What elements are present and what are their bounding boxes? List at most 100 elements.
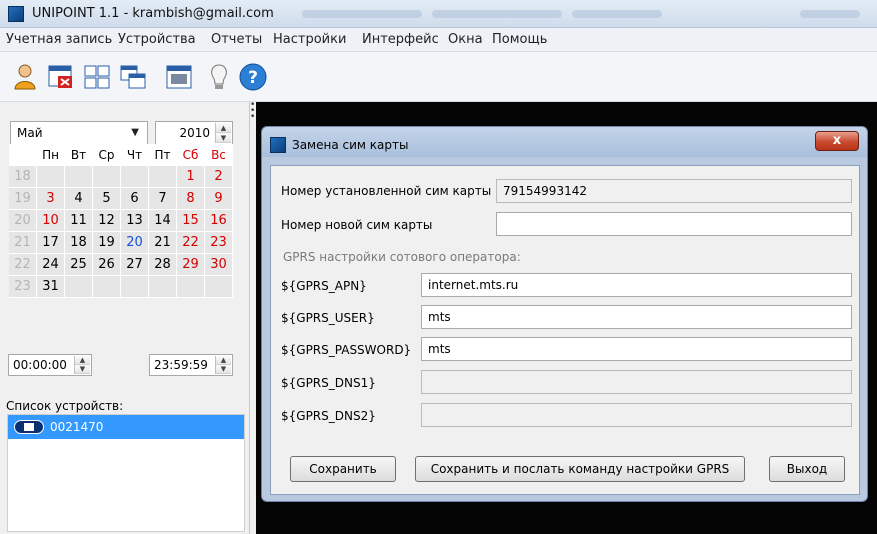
calendar-day[interactable]: 17 [37,232,65,254]
time-from-value: 00:00:00 [13,358,67,372]
month-select[interactable]: Май ▼ [10,121,148,145]
calendar-week-row: 22 24 25 26 27 28 29 30 [9,254,235,276]
gprs-apn-field[interactable]: internet.mts.ru [421,273,852,297]
gprs-user-field[interactable]: mts [421,305,852,329]
calendar-day[interactable]: 1 [177,166,205,188]
spin-down-icon[interactable]: ▼ [75,365,90,374]
calendar-day[interactable]: 31 [37,276,65,298]
calendar-day[interactable]: 2 [205,166,233,188]
device-id: 0021470 [50,420,104,434]
menu-windows[interactable]: Окна [448,32,483,47]
gprs-password-field[interactable]: mts [421,337,852,361]
calendar-day[interactable]: 8 [177,188,205,210]
spin-down-icon[interactable]: ▼ [216,133,231,143]
calendar-day[interactable]: 13 [121,210,149,232]
calendar-day[interactable]: 15 [177,210,205,232]
device-list[interactable]: 0021470 [7,414,245,532]
weekday-header: Сб [177,144,205,166]
exit-button[interactable]: Выход [769,456,845,482]
calendar-empty-cell [93,276,121,298]
calendar-day[interactable]: 30 [205,254,233,276]
current-sim-field[interactable]: 79154993142 [496,179,852,203]
lightbulb-icon[interactable] [204,62,234,92]
calendar-day[interactable]: 20 [121,232,149,254]
year-spin-buttons[interactable]: ▲ ▼ [215,123,231,143]
calendar-day[interactable]: 28 [149,254,177,276]
calendar-empty-cell [37,166,65,188]
calendar-body: 18 1 2 19 3 4 5 6 7 8 9 20 10 11 12 13 14 15 16 21 17 18 19 20 2… [9,166,235,298]
gprs-section-label: GPRS настройки сотового оператора: [283,250,521,264]
menu-devices[interactable]: Устройства [118,32,196,47]
cascade-windows-icon[interactable] [118,62,148,92]
spin-down-icon[interactable]: ▼ [216,365,231,374]
calendar-day[interactable]: 14 [149,210,177,232]
new-sim-field[interactable] [496,212,852,236]
grid-layout-icon[interactable] [82,62,112,92]
calendar-window-icon[interactable] [164,62,194,92]
list-item[interactable]: 0021470 [8,415,244,439]
dialog-title-bar[interactable]: Замена сим карты x [262,127,867,157]
gprs-password-label: ${GPRS_PASSWORD} [281,343,412,357]
calendar-day[interactable]: 21 [149,232,177,254]
user-icon[interactable] [10,62,40,92]
calendar-day[interactable]: 29 [177,254,205,276]
week-number: 19 [9,188,37,210]
menu-account[interactable]: Учетная запись [6,32,112,47]
calendar-day[interactable]: 22 [177,232,205,254]
spin-up-icon[interactable]: ▲ [216,356,231,365]
calendar-day[interactable]: 26 [93,254,121,276]
time-to-spinbox[interactable]: 23:59:59 ▲ ▼ [149,354,233,376]
weekday-header: Пн [37,144,65,166]
time-to-value: 23:59:59 [154,358,208,372]
calendar-day[interactable]: 4 [65,188,93,210]
menu-settings[interactable]: Настройки [273,32,346,47]
menu-interface[interactable]: Интерфейс [362,32,439,47]
calendar-day[interactable]: 27 [121,254,149,276]
time-from-spinbox[interactable]: 00:00:00 ▲ ▼ [8,354,92,376]
close-icon[interactable]: x [815,131,859,151]
calendar-day[interactable]: 19 [93,232,121,254]
calendar-day[interactable]: 6 [121,188,149,210]
calendar-day[interactable]: 5 [93,188,121,210]
calendar-week-row: 18 1 2 [9,166,235,188]
blurred-title-area [302,10,422,18]
calendar-day[interactable]: 11 [65,210,93,232]
menu-reports[interactable]: Отчеты [211,32,262,47]
calendar-day[interactable]: 23 [205,232,233,254]
chevron-down-icon[interactable]: ▼ [131,127,139,138]
year-spinbox[interactable]: 2010 ▲ ▼ [155,121,233,145]
week-number: 18 [9,166,37,188]
title-bar: UNIPOINT 1.1 - krambish@gmail.com [0,0,877,28]
app-icon [270,137,286,153]
calendar-empty-cell [65,276,93,298]
save-button[interactable]: Сохранить [290,456,396,482]
calendar-day[interactable]: 25 [65,254,93,276]
save-and-send-gprs-button[interactable]: Сохранить и послать команду настройки GP… [415,456,745,482]
calendar-day[interactable]: 12 [93,210,121,232]
help-icon[interactable]: ? [238,62,268,92]
gprs-dns2-field [421,403,852,427]
time-to-spin-buttons[interactable]: ▲ ▼ [215,356,231,374]
delete-window-icon[interactable] [46,62,76,92]
menu-help[interactable]: Помощь [492,32,547,47]
calendar-day[interactable]: 3 [37,188,65,210]
calendar-empty-cell [149,276,177,298]
gprs-apn-label: ${GPRS_APN} [281,279,367,293]
calendar-day[interactable]: 18 [65,232,93,254]
calendar-week-row: 21 17 18 19 20 21 22 23 [9,232,235,254]
calendar-day[interactable]: 24 [37,254,65,276]
calendar-day[interactable]: 10 [37,210,65,232]
time-from-spin-buttons[interactable]: ▲ ▼ [74,356,90,374]
calendar-empty-cell [65,166,93,188]
calendar-day[interactable]: 16 [205,210,233,232]
spin-up-icon[interactable]: ▲ [216,123,231,133]
calendar-week-row: 19 3 4 5 6 7 8 9 [9,188,235,210]
spin-up-icon[interactable]: ▲ [75,356,90,365]
vehicle-icon [14,420,44,434]
calendar-day[interactable]: 7 [149,188,177,210]
calendar-day[interactable]: 9 [205,188,233,210]
app-icon [8,6,24,22]
current-sim-label: Номер установленной сим карты [281,184,492,198]
calendar-empty-cell [149,166,177,188]
gprs-dns1-label: ${GPRS_DNS1} [281,376,376,390]
